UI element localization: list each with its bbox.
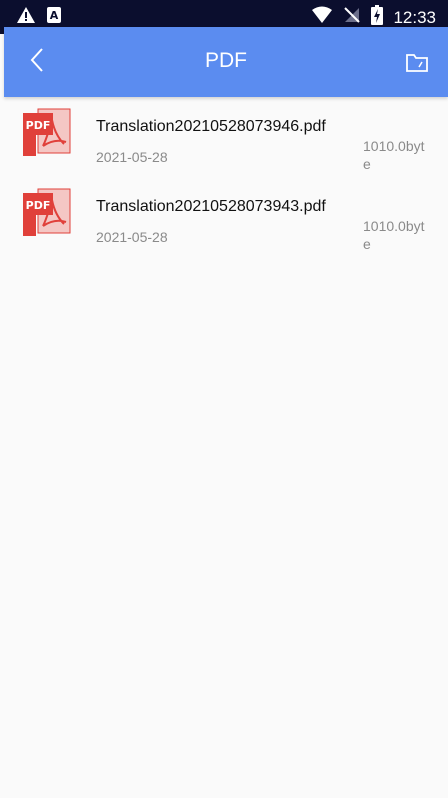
status-left-icons: A <box>16 6 62 29</box>
file-name: Translation20210528073943.pdf <box>96 198 326 215</box>
svg-text:PDF: PDF <box>26 199 51 212</box>
folder-icon <box>405 51 429 78</box>
file-list: PDF Translation20210528073946.pdf 2021-0… <box>0 100 448 260</box>
file-date: 2021-05-28 <box>96 149 168 165</box>
pdf-file-icon: PDF <box>22 106 78 162</box>
file-size: 1010.0byte <box>363 138 425 172</box>
list-item[interactable]: PDF Translation20210528073943.pdf 2021-0… <box>0 180 448 260</box>
no-signal-icon <box>343 6 361 29</box>
file-name: Translation20210528073946.pdf <box>96 118 326 135</box>
file-date: 2021-05-28 <box>96 229 168 245</box>
folder-button[interactable] <box>404 51 430 77</box>
app-bar: PDF <box>4 27 448 97</box>
warning-icon <box>16 6 36 29</box>
a-icon: A <box>46 6 62 29</box>
svg-text:PDF: PDF <box>26 119 51 132</box>
wifi-icon <box>311 6 333 29</box>
svg-text:A: A <box>50 9 59 22</box>
page-title: PDF <box>205 49 247 72</box>
status-time: 12:33 <box>393 7 436 27</box>
list-item[interactable]: PDF Translation20210528073946.pdf 2021-0… <box>0 100 448 180</box>
file-size: 1010.0byte <box>363 218 425 252</box>
pdf-file-icon: PDF <box>22 186 78 242</box>
